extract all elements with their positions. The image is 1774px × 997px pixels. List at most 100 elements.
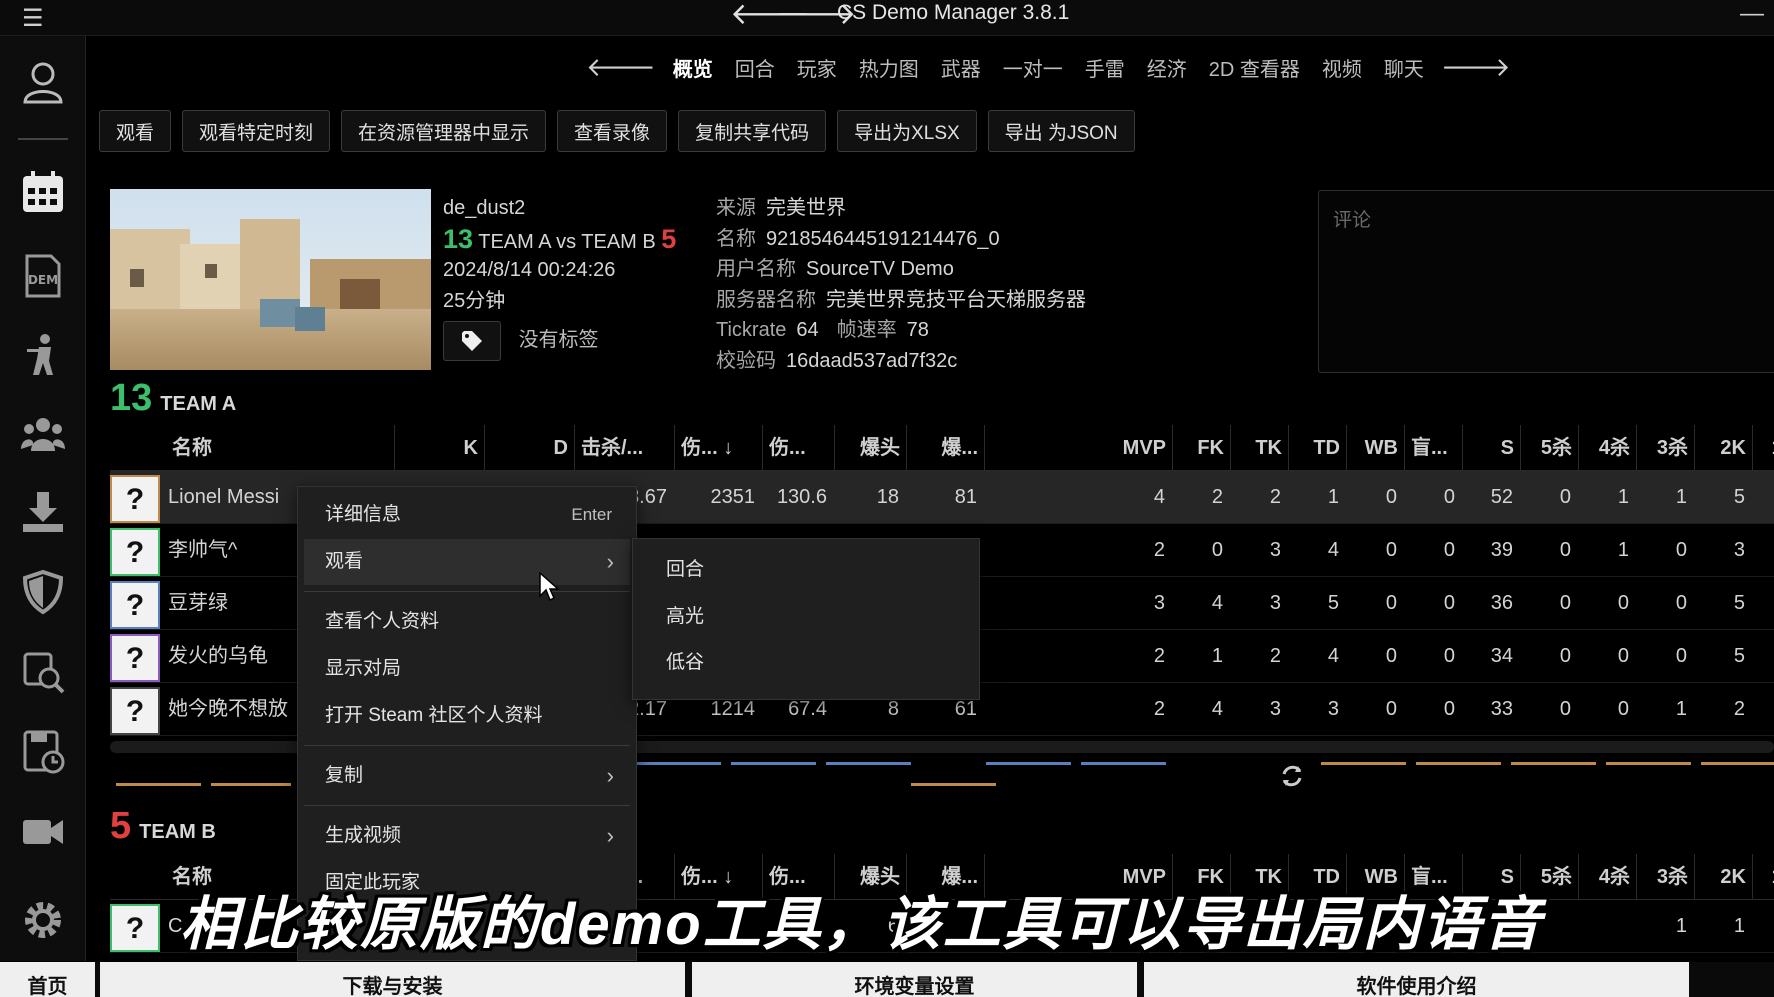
- view-recording-button[interactable]: 查看录像: [557, 110, 668, 152]
- col-kills[interactable]: K: [395, 425, 485, 471]
- cell-k3: 1: [1675, 486, 1687, 508]
- col-2k[interactable]: 2K: [1695, 425, 1753, 471]
- refresh-icon[interactable]: [1278, 762, 1306, 795]
- video-subtitle: 相比较原版的demo工具，该工具可以导出局内语音: [180, 892, 1543, 957]
- team-a-name: TEAM A: [478, 231, 551, 253]
- submenu-item-rounds[interactable]: 回合: [633, 547, 979, 593]
- settings-icon[interactable]: [17, 894, 69, 946]
- match-summary: de_dust2 13 TEAM A vs TEAM B 5 2024/8/14…: [443, 193, 676, 361]
- col-hs-percent[interactable]: 爆...: [907, 425, 985, 471]
- tab-rounds[interactable]: 回合: [724, 53, 786, 82]
- download-icon[interactable]: [17, 486, 69, 538]
- tab-economy[interactable]: 经济: [1136, 53, 1198, 82]
- col-fk[interactable]: FK: [1173, 425, 1231, 471]
- menu-item-copy[interactable]: 复制 ›: [304, 753, 630, 799]
- col-1v5[interactable]: 1v5: [1753, 854, 1774, 900]
- col-4k[interactable]: 4杀: [1579, 425, 1637, 471]
- tag-button[interactable]: [443, 321, 501, 361]
- menu-item-details[interactable]: 详细信息 Enter: [304, 492, 630, 538]
- calendar-icon[interactable]: [17, 166, 69, 218]
- col-2k[interactable]: 2K: [1695, 854, 1753, 900]
- search-stats-icon[interactable]: [17, 646, 69, 698]
- col-3k[interactable]: 3杀: [1637, 854, 1695, 900]
- menu-divider: [304, 591, 630, 592]
- shortcut-label: Enter: [571, 505, 612, 524]
- watch-submenu: 回合 高光 低谷: [632, 538, 980, 700]
- minimize-icon[interactable]: —: [1740, 0, 1764, 28]
- col-kd[interactable]: 击杀/...: [575, 425, 675, 471]
- tab-video[interactable]: 视频: [1311, 53, 1373, 82]
- cell-bl: 0: [1443, 539, 1455, 561]
- cell-wb: 0: [1385, 592, 1397, 614]
- team-b-header: 5 TEAM B: [110, 805, 216, 848]
- window-title: CS Demo Manager 3.8.1: [837, 1, 1070, 24]
- export-json-button[interactable]: 导出 为JSON: [987, 110, 1135, 152]
- submenu-item-highlights[interactable]: 高光: [633, 594, 979, 640]
- col-mvp[interactable]: MVP: [985, 425, 1173, 471]
- col-wb[interactable]: WB: [1347, 425, 1405, 471]
- save-history-icon[interactable]: [17, 726, 69, 778]
- video-camera-icon[interactable]: [17, 806, 69, 858]
- cell-k3: 0: [1675, 592, 1687, 614]
- cell-3k: 1: [1675, 915, 1687, 937]
- comment-textarea[interactable]: 评论: [1318, 190, 1774, 373]
- col-4k[interactable]: 4杀: [1579, 854, 1637, 900]
- menu-item-open-steam-profile[interactable]: 打开 Steam 社区个人资料: [304, 693, 630, 739]
- col-3k[interactable]: 3杀: [1637, 425, 1695, 471]
- map-name: de_dust2: [443, 197, 526, 219]
- chapter-home[interactable]: 首页: [0, 962, 95, 997]
- col-name[interactable]: 名称: [110, 425, 395, 471]
- tab-duels[interactable]: 一对一: [992, 53, 1074, 82]
- col-1v5[interactable]: 1v5: [1753, 425, 1774, 471]
- chapter-download-install[interactable]: 下载与安装: [100, 962, 685, 997]
- dem-file-icon[interactable]: DEM: [17, 250, 69, 302]
- cell-tk: 3: [1269, 539, 1281, 561]
- col-adr[interactable]: 伤...: [763, 425, 835, 471]
- tab-heatmap[interactable]: 热力图: [848, 53, 930, 82]
- tab-players[interactable]: 玩家: [786, 53, 848, 82]
- tab-weapons[interactable]: 武器: [930, 53, 992, 82]
- chapter-env-vars[interactable]: 环境变量设置: [692, 962, 1137, 997]
- menu-icon[interactable]: ☰: [22, 4, 44, 33]
- menu-item-show-match[interactable]: 显示对局: [304, 646, 630, 692]
- account-icon[interactable]: [17, 56, 69, 108]
- watch-button[interactable]: 观看: [99, 110, 172, 152]
- cell-tk: 3: [1269, 698, 1281, 720]
- cell-mvp: 2: [1153, 539, 1165, 561]
- tab-overview[interactable]: 概览: [662, 53, 724, 82]
- cell-wb: 0: [1385, 539, 1397, 561]
- menu-item-watch[interactable]: 观看 ›: [304, 539, 630, 585]
- export-xlsx-button[interactable]: 导出为XLSX: [837, 110, 977, 152]
- col-s[interactable]: S: [1463, 425, 1521, 471]
- col-damage[interactable]: 伤... ↓: [675, 425, 763, 471]
- mouse-cursor-icon: [539, 571, 560, 607]
- watch-at-time-button[interactable]: 观看特定时刻: [182, 110, 331, 152]
- copy-share-code-button[interactable]: 复制共享代码: [678, 110, 827, 152]
- col-tk[interactable]: TK: [1231, 425, 1289, 471]
- cell-bl: 0: [1443, 645, 1455, 667]
- col-blind[interactable]: 盲...: [1405, 425, 1463, 471]
- chapter-usage[interactable]: 软件使用介绍: [1144, 962, 1689, 997]
- submenu-item-lowlights[interactable]: 低谷: [633, 640, 979, 686]
- cell-fk: 0: [1211, 539, 1223, 561]
- cell-s: 39: [1490, 539, 1513, 561]
- cell-td: 4: [1327, 539, 1339, 561]
- menu-item-generate-video[interactable]: 生成视频 ›: [304, 813, 630, 859]
- svg-text:DEM: DEM: [28, 273, 58, 287]
- reveal-in-explorer-button[interactable]: 在资源管理器中显示: [341, 110, 547, 152]
- tab-grenades[interactable]: 手雷: [1074, 53, 1136, 82]
- shield-icon[interactable]: [17, 566, 69, 618]
- tab-scroll-right-icon[interactable]: 🡒: [1435, 52, 1517, 83]
- soldier-icon[interactable]: [17, 329, 69, 381]
- col-td[interactable]: TD: [1289, 425, 1347, 471]
- menu-item-view-profile[interactable]: 查看个人资料: [304, 599, 630, 645]
- col-headshots[interactable]: 爆头: [835, 425, 907, 471]
- col-5k[interactable]: 5杀: [1521, 425, 1579, 471]
- tab-chat[interactable]: 聊天: [1373, 53, 1435, 82]
- match-date: 2024/8/14 00:24:26: [443, 259, 616, 281]
- cell-v5: 0: [1753, 524, 1774, 577]
- col-deaths[interactable]: D: [485, 425, 575, 471]
- tab-scroll-left-icon[interactable]: 🡐: [580, 52, 662, 83]
- tab-2d-viewer[interactable]: 2D 查看器: [1198, 53, 1311, 82]
- team-icon[interactable]: [17, 409, 69, 461]
